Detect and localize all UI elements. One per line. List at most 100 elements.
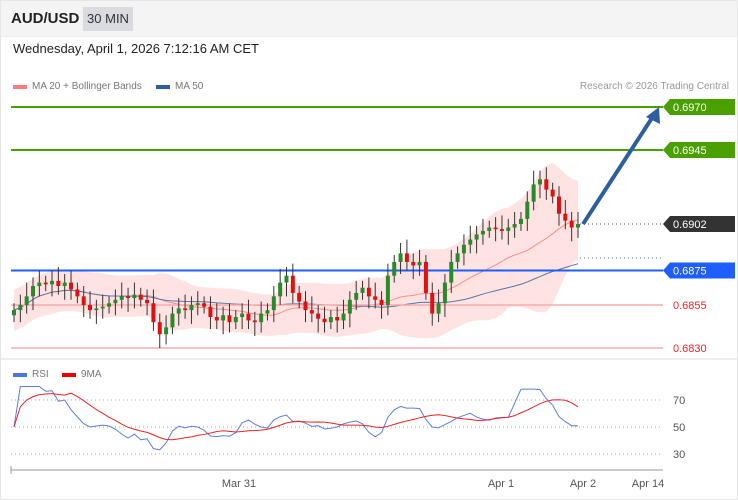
level-label-0.6970: 0.6970 (673, 102, 707, 114)
candle-body (556, 196, 561, 214)
candle-body (499, 229, 504, 231)
candle-body (113, 299, 118, 304)
candle-body (132, 294, 137, 299)
candle-body (442, 282, 447, 304)
candle-body (576, 224, 580, 228)
x-label: Apr 1 (488, 478, 514, 490)
candle-body (126, 296, 131, 299)
candle-body (506, 227, 511, 231)
candle-body (62, 282, 67, 287)
candle-body (227, 315, 232, 323)
rsi-line (13, 386, 578, 451)
candle-body (240, 313, 245, 318)
candle-body (341, 313, 346, 321)
candle-body (271, 296, 276, 311)
candle-body (398, 253, 403, 262)
candle-body (360, 287, 365, 293)
candle-body (322, 318, 327, 323)
candle-body (208, 306, 213, 318)
candle-body (430, 292, 435, 314)
candle-body (265, 310, 270, 314)
candle-body (259, 313, 264, 323)
candle-body (252, 320, 257, 323)
candle-body (221, 315, 226, 321)
rsi-tick: 50 (673, 422, 685, 434)
candle-body (183, 308, 188, 311)
rsi-tick: 30 (673, 449, 685, 461)
candle-body (145, 299, 150, 304)
candle-body (195, 303, 200, 305)
price-chart[interactable]: 0.6970 0.6945 0.6902 0.6875 0.6855 0.6830 70 50… (0, 0, 738, 500)
bollinger-band (14, 162, 578, 339)
candle-body (151, 303, 156, 323)
candle-body (385, 275, 390, 305)
candle-body (214, 317, 219, 321)
candle-body (461, 244, 466, 254)
candle-body (531, 184, 536, 202)
candle-body (436, 303, 441, 314)
candle-body (468, 239, 473, 245)
candle-body (88, 304, 93, 311)
candle-body (316, 313, 321, 319)
candle-body (335, 317, 340, 321)
candle-body (474, 234, 479, 240)
level-label-0.6830: 0.6830 (673, 343, 707, 355)
candle-body (518, 218, 523, 225)
candle-body (525, 201, 530, 219)
candle-body (404, 253, 409, 262)
candle-body (69, 282, 74, 290)
candle-body (202, 303, 207, 307)
candle-body (423, 261, 428, 293)
candle-body (347, 299, 352, 314)
forecast-arrow (581, 116, 654, 226)
candle-body (487, 227, 492, 231)
candle-body (246, 313, 251, 321)
candle-body (411, 261, 416, 266)
candle-body (176, 308, 181, 314)
candle-body (328, 317, 333, 323)
candle-body (24, 296, 29, 305)
candle-body (354, 292, 359, 300)
candle-body (233, 317, 238, 323)
candle-body (170, 313, 175, 328)
candle-body (379, 299, 384, 305)
candle-body (290, 275, 295, 293)
candle-body (164, 327, 169, 335)
candle-body (366, 287, 371, 297)
candle-body (563, 213, 568, 221)
candle-body (512, 224, 517, 228)
candle-body (392, 261, 397, 276)
x-label: Mar 31 (222, 478, 256, 490)
candle-body (81, 296, 86, 305)
level-label-0.6945: 0.6945 (673, 145, 707, 157)
candle-body (37, 282, 42, 287)
level-label-0.6875: 0.6875 (673, 266, 707, 278)
candle-body (31, 286, 36, 297)
candle-body (284, 275, 289, 283)
candle-body (12, 310, 16, 316)
candle-body (157, 322, 162, 335)
candle-body (56, 280, 61, 287)
candle-body (373, 296, 378, 300)
x-label: Apr 2 (570, 478, 596, 490)
candle-body (297, 292, 302, 302)
candle-body (119, 296, 124, 300)
candle-body (75, 289, 80, 297)
candle-body (138, 294, 143, 300)
candle-body (537, 179, 542, 185)
candle-body (480, 230, 485, 235)
candle-body (303, 301, 308, 311)
candle-body (550, 189, 555, 197)
candle-body (455, 253, 460, 262)
candle-body (18, 304, 23, 311)
candle-body (94, 308, 99, 311)
candle-body (278, 282, 283, 297)
rsi-tick: 70 (673, 395, 685, 407)
x-label: Apr 14 (632, 478, 664, 490)
candle-body (449, 261, 454, 283)
candle-body (100, 306, 105, 309)
candle-body (569, 220, 574, 228)
candle-body (309, 310, 314, 314)
candle-body (417, 261, 422, 266)
candle-body (43, 282, 48, 285)
